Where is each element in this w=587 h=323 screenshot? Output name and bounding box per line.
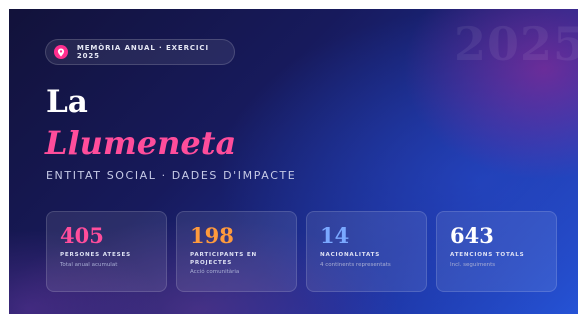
stat-note: Acció comunitària: [190, 269, 240, 276]
stat-label: ATENCIONS TOTALS: [450, 252, 525, 258]
stat-card-nacionalitats: 14 NACIONALITATS 4 continents representa…: [306, 211, 427, 292]
page-title-line-2: Llumeneta: [45, 124, 237, 162]
page-title-line-1: La: [46, 84, 88, 120]
year-watermark: 2025: [453, 17, 578, 71]
impact-report-slide: 2025 MEMÒRIA ANUAL · EXERCICI 2025 La Ll…: [9, 9, 578, 314]
report-badge: MEMÒRIA ANUAL · EXERCICI 2025: [45, 39, 235, 65]
stat-label: PERSONES ATESES: [60, 252, 131, 258]
stat-value: 643: [450, 223, 494, 248]
stat-value: 405: [60, 223, 104, 248]
stat-label: NACIONALITATS: [320, 252, 381, 258]
stat-card-participants: 198 PARTICIPANTS EN PROJECTES Acció comu…: [176, 211, 297, 292]
page-subtitle: ENTITAT SOCIAL · DADES D'IMPACTE: [46, 169, 297, 182]
badge-text: MEMÒRIA ANUAL · EXERCICI 2025: [76, 44, 209, 60]
stat-label: PARTICIPANTS EN PROJECTES: [190, 252, 257, 266]
stat-note: Total anual acumulat: [60, 261, 118, 268]
location-pin-icon: [54, 45, 68, 59]
stat-note: Incl. seguiments: [450, 261, 496, 268]
stat-value: 198: [190, 223, 234, 248]
stat-card-persones-ateses: 405 PERSONES ATESES Total anual acumulat: [46, 211, 167, 292]
stat-card-atencions: 643 ATENCIONS TOTALS Incl. seguiments: [436, 211, 557, 292]
stat-value: 14: [320, 223, 350, 248]
stat-note: 4 continents representats: [320, 261, 391, 268]
